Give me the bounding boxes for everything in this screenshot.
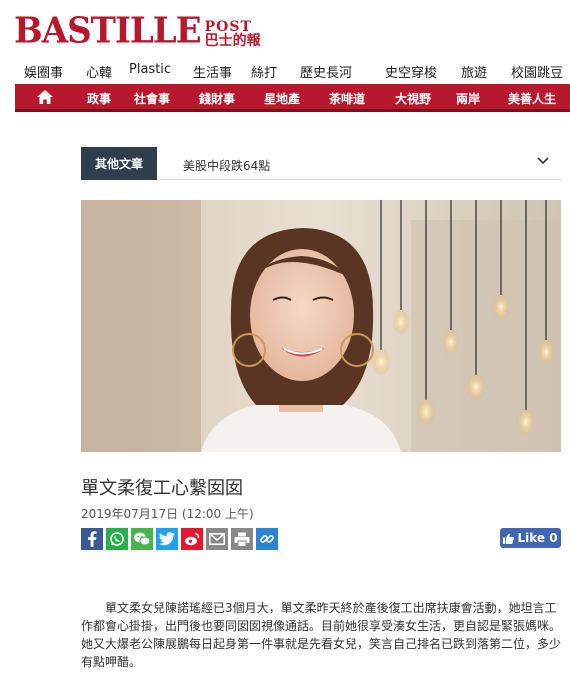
logo-chinese: 巴士的報 bbox=[204, 33, 261, 49]
thumbs-up-icon bbox=[503, 533, 515, 544]
topnav-item-timetravel[interactable]: 史空穿梭 bbox=[385, 62, 437, 81]
chevron-down-icon[interactable] bbox=[537, 157, 549, 165]
category-nav: 政事 社會事 錢財事 星地產 茶啡道 大視野 兩岸 美善人生 bbox=[15, 84, 570, 112]
topnav-item-campus[interactable]: 校園跳豆 bbox=[511, 62, 563, 81]
home-icon[interactable] bbox=[37, 90, 53, 104]
rednav-item-property[interactable]: 星地產 bbox=[264, 90, 300, 107]
topnav-item-life[interactable]: 生活事 bbox=[193, 62, 232, 81]
topnav-item-korea[interactable]: 心韓 bbox=[86, 62, 112, 81]
article-hero-image bbox=[81, 200, 561, 452]
like-label: Like 0 bbox=[517, 531, 558, 545]
other-articles-tag: 其他文章 bbox=[81, 147, 157, 180]
logo-post: POST bbox=[204, 19, 252, 35]
twitter-icon[interactable] bbox=[156, 528, 178, 550]
article-date: 2019年07月17日 (12:00 上午) bbox=[81, 507, 254, 521]
rednav-item-goodlife[interactable]: 美善人生 bbox=[508, 90, 556, 107]
other-article-headline[interactable]: 美股中段跌64點 bbox=[183, 157, 270, 174]
topnav-item-history[interactable]: 歷史長河 bbox=[300, 62, 352, 81]
whatsapp-icon[interactable] bbox=[106, 528, 128, 550]
rednav-item-vision[interactable]: 大視野 bbox=[395, 90, 431, 107]
logo-wordmark: BASTILLE bbox=[14, 10, 202, 53]
article-body: 單文柔女兒陳諾瑤經已3個月大，單文柔昨天終於產後復工出席扶康會活動，她坦言工作都… bbox=[81, 601, 562, 669]
rednav-item-finance[interactable]: 錢財事 bbox=[199, 90, 235, 107]
rednav-item-crossstrait[interactable]: 兩岸 bbox=[456, 90, 480, 107]
wechat-icon[interactable] bbox=[131, 528, 153, 550]
link-icon[interactable] bbox=[256, 528, 278, 550]
facebook-icon[interactable] bbox=[81, 528, 103, 550]
email-icon[interactable] bbox=[206, 528, 228, 550]
topnav-item-travel[interactable]: 旅遊 bbox=[461, 62, 487, 81]
topnav-item-ent[interactable]: 娛圈事 bbox=[24, 62, 63, 81]
rednav-item-tea[interactable]: 茶啡道 bbox=[329, 90, 365, 107]
facebook-like-button[interactable]: Like 0 bbox=[500, 528, 561, 548]
rednav-item-society[interactable]: 社會事 bbox=[134, 90, 170, 107]
rednav-item-politics[interactable]: 政事 bbox=[87, 90, 111, 107]
weibo-icon[interactable] bbox=[181, 528, 203, 550]
topnav-item-stocking[interactable]: 絲打 bbox=[251, 62, 277, 81]
article-title: 單文柔復工心繫囡囡 bbox=[81, 478, 243, 499]
top-nav: 娛圈事 心韓 Plastic 生活事 絲打 歷史長河 史空穿梭 旅遊 校園跳豆 bbox=[0, 62, 570, 82]
print-icon[interactable] bbox=[231, 528, 253, 550]
share-toolbar bbox=[81, 528, 278, 550]
portrait-photo bbox=[81, 200, 561, 452]
site-logo[interactable]: BASTILLE POST 巴士的報 bbox=[14, 10, 261, 53]
topnav-item-plastic[interactable]: Plastic bbox=[129, 62, 171, 77]
other-articles-bar[interactable]: 其他文章 美股中段跌64點 bbox=[81, 147, 561, 180]
